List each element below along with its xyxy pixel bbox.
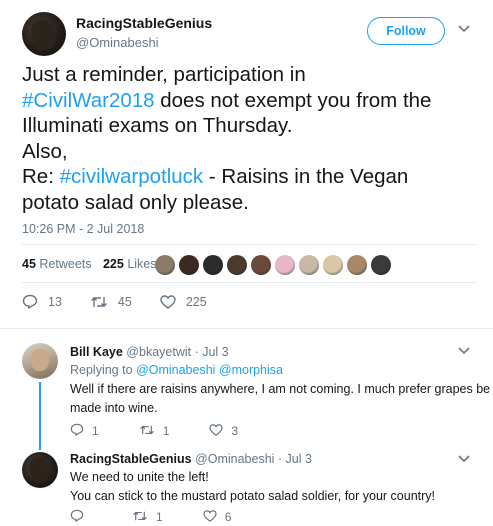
reply-text-line: made into wine. — [70, 401, 158, 415]
liker-avatar[interactable] — [347, 255, 367, 275]
reply-author-handle[interactable]: @Ominabeshi — [195, 452, 274, 466]
tweet-actions: 13 45 225 — [22, 294, 235, 309]
reply-icon — [70, 423, 84, 439]
like-count: 225 — [185, 294, 207, 309]
chevron-down-icon[interactable] — [458, 25, 470, 33]
reply-author-handle[interactable]: @bkayetwit — [126, 345, 191, 359]
tweet-text-segment: does not exempt you from the — [154, 88, 432, 112]
liker-avatar[interactable] — [155, 255, 175, 275]
tweet-text-segment: Illuminati exams on Thursday. — [22, 114, 293, 137]
tweet-text-segment: Just a reminder, participation in — [22, 63, 306, 86]
retweet-count: 1 — [156, 510, 163, 524]
hashtag-link[interactable]: #civilwarpotluck — [60, 165, 204, 188]
retweet-count: 45 — [117, 294, 132, 309]
reply-text-line: We need to unite the left! — [70, 470, 209, 484]
likes-count: 225 — [102, 257, 124, 271]
liker-avatar[interactable] — [275, 255, 295, 275]
reply-actions: 1 1 3 — [70, 423, 278, 439]
replying-mentions[interactable]: @Ominabeshi @morphisa — [136, 363, 283, 377]
retweet-icon — [132, 510, 148, 525]
tweet-text-segment: Re: — [22, 165, 60, 188]
reply-icon — [22, 294, 38, 309]
like-count: 6 — [224, 510, 232, 524]
liker-avatar[interactable] — [371, 255, 391, 275]
liker-avatar[interactable] — [203, 255, 223, 275]
reply-actions: 1 6 — [70, 509, 271, 525]
retweet-button[interactable]: 45 — [90, 294, 132, 309]
follow-button[interactable]: Follow — [367, 17, 445, 45]
divider — [22, 244, 477, 245]
retweets-count: 45 — [22, 257, 36, 271]
tweet-text-line: Also, — [22, 139, 477, 165]
likes-label: Likes — [127, 257, 157, 271]
author-avatar[interactable] — [22, 12, 66, 56]
like-count: 3 — [231, 424, 239, 438]
reply-time[interactable]: · Jul 3 — [195, 345, 229, 359]
retweet-count: 1 — [162, 424, 170, 438]
heart-icon — [160, 294, 176, 309]
divider — [22, 282, 477, 283]
main-tweet: RacingStableGenius @Ominabeshi Follow Ju… — [0, 0, 493, 318]
reply-icon — [70, 509, 84, 525]
tweet-stats: 45 Retweets 225 Likes — [22, 257, 165, 271]
avatar[interactable] — [22, 452, 58, 488]
tweet-text-line: potato salad only please. — [22, 190, 477, 216]
author-handle[interactable]: @Ominabeshi — [76, 35, 159, 50]
reply-button[interactable]: 1 — [70, 423, 99, 439]
reply-text: We need to unite the left! You can stick… — [70, 468, 470, 506]
reply-author-name[interactable]: RacingStableGenius — [70, 452, 192, 466]
retweet-icon — [90, 295, 108, 309]
thread-line — [39, 382, 41, 450]
reply-button[interactable] — [70, 509, 92, 525]
tweet-text-line: Re: #civilwarpotluck - Raisins in the Ve… — [22, 164, 477, 190]
chevron-down-icon[interactable] — [458, 347, 470, 355]
like-button[interactable]: 225 — [160, 294, 207, 309]
tweet-text-segment: Also, — [22, 139, 68, 163]
tweet-text: Just a reminder, participation in #CivilW… — [22, 62, 477, 215]
retweets-label: Retweets — [39, 257, 92, 271]
reply-text: Well if there are raisins anywhere, I am… — [70, 380, 491, 418]
like-button[interactable]: 6 — [203, 509, 232, 525]
replying-to: Replying to @Ominabeshi @morphisa — [70, 363, 283, 377]
reply-header: RacingStableGenius @Ominabeshi · Jul 3 — [70, 452, 312, 466]
divider — [0, 328, 493, 329]
tweet-timestamp[interactable]: 10:26 PM - 2 Jul 2018 — [22, 222, 144, 236]
chevron-down-icon[interactable] — [458, 455, 470, 463]
retweets-stat[interactable]: 45 Retweets — [22, 257, 92, 271]
author-name[interactable]: RacingStableGenius — [76, 15, 212, 31]
liker-avatar[interactable] — [323, 255, 343, 275]
tweet-text-line: Just a reminder, participation in — [22, 62, 477, 88]
tweet-text-segment: potato salad only please. — [22, 190, 249, 214]
liker-avatar[interactable] — [251, 255, 271, 275]
liker-avatar[interactable] — [299, 255, 319, 275]
liker-avatar[interactable] — [227, 255, 247, 275]
reply-count: 1 — [92, 424, 99, 438]
liker-avatar[interactable] — [179, 255, 199, 275]
reply-text-line: You can stick to the mustard potato sala… — [70, 489, 436, 503]
reply-count: 13 — [48, 294, 62, 309]
heart-icon — [203, 509, 217, 525]
reply-text-line: Well if there are raisins anywhere, I am… — [70, 382, 491, 396]
like-button[interactable]: 3 — [209, 423, 238, 439]
reply-time[interactable]: · Jul 3 — [278, 452, 312, 466]
reply-button[interactable]: 13 — [22, 294, 62, 309]
hashtag-link[interactable]: #CivilWar2018 — [22, 89, 155, 112]
retweet-button[interactable]: 1 — [139, 423, 170, 439]
likes-stat[interactable]: 225 Likes — [103, 257, 157, 271]
replying-prefix: Replying to — [70, 363, 133, 377]
heart-icon — [209, 423, 223, 439]
liker-avatars — [155, 255, 391, 275]
reply-header: Bill Kaye @bkayetwit · Jul 3 — [70, 345, 229, 359]
reply-author-name[interactable]: Bill Kaye — [70, 345, 123, 359]
tweet-text-line: Illuminati exams on Thursday. — [22, 113, 477, 139]
avatar[interactable] — [22, 343, 58, 379]
tweet-text-line: #CivilWar2018 does not exempt you from t… — [22, 88, 477, 114]
tweet-text-segment: - Raisins in the Vegan — [203, 165, 409, 188]
retweet-button[interactable]: 1 — [132, 509, 163, 525]
retweet-icon — [139, 424, 155, 439]
